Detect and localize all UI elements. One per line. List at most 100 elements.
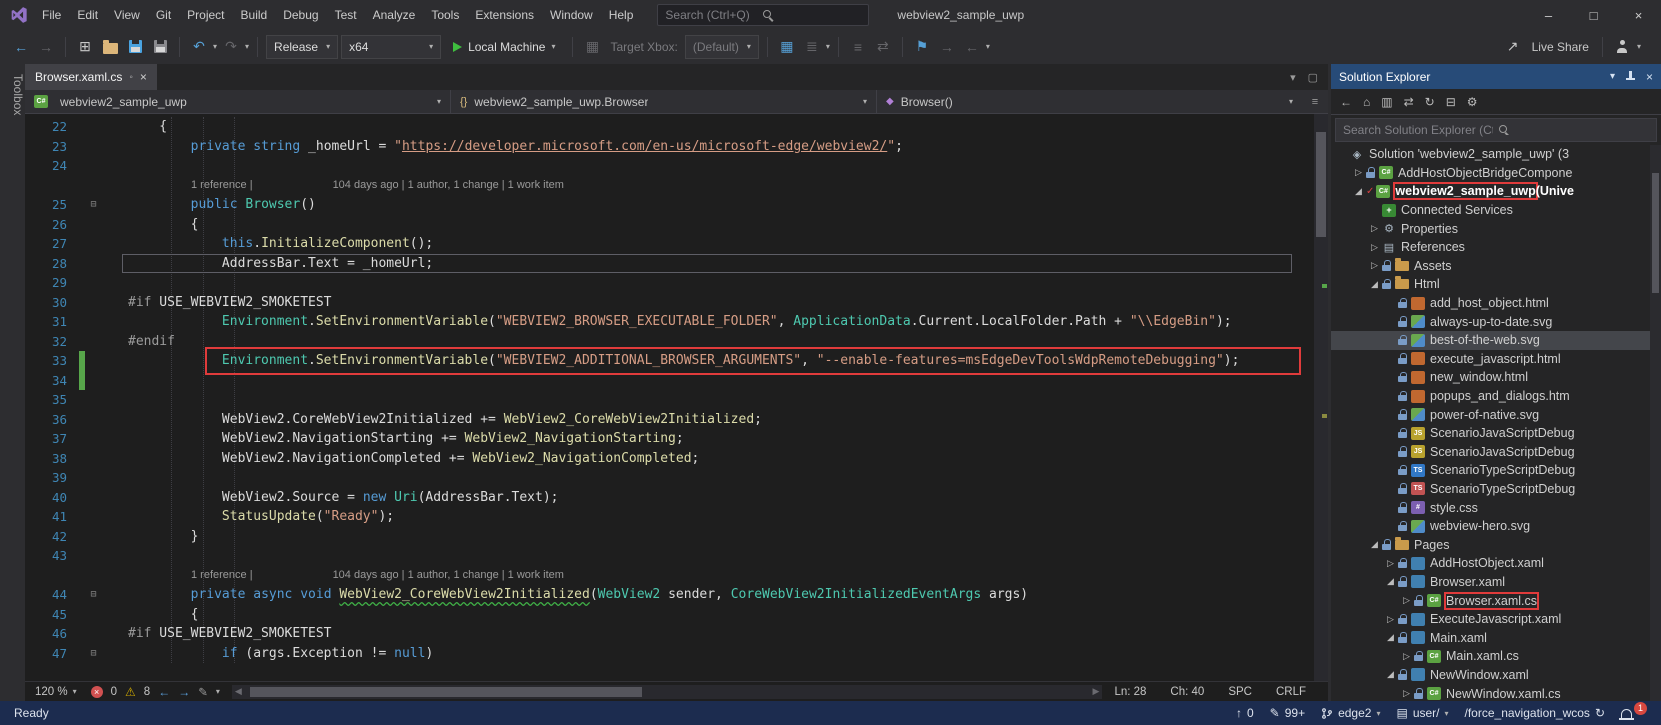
line-number[interactable]: 29 — [25, 273, 79, 293]
tree-item-main-xaml[interactable]: ◢ Main.xaml — [1331, 628, 1661, 647]
tree-item-newwindow-xaml[interactable]: ◢ NewWindow.xaml — [1331, 666, 1661, 685]
scroll-left-icon[interactable]: ◀ — [235, 686, 242, 697]
se-home-icon[interactable]: ⌂ — [1363, 95, 1370, 109]
navigate-back-button[interactable]: ← — [10, 35, 32, 59]
tree-item-new-window-html[interactable]: new_window.html — [1331, 368, 1661, 387]
tree-item-power-of-native-svg[interactable]: power-of-native.svg — [1331, 405, 1661, 424]
expander-collapsed-icon[interactable]: ▷ — [1367, 223, 1382, 234]
maximize-button[interactable]: □ — [1571, 0, 1616, 30]
tree-item-browser-xaml[interactable]: ◢ Browser.xaml — [1331, 573, 1661, 592]
codelens-row[interactable]: 1 reference | 104 days ago | 1 author, 1 … — [25, 176, 1314, 196]
navigate-forward-icon[interactable]: → — [178, 685, 190, 699]
se-properties-icon[interactable]: ⚙ — [1467, 95, 1478, 109]
breadcrumb-class[interactable]: {} webview2_sample_uwp.Browser ▾ — [451, 90, 877, 113]
line-number[interactable]: 30 — [25, 293, 79, 313]
tab-close-icon[interactable]: × — [140, 70, 147, 84]
menu-analyze[interactable]: Analyze — [365, 0, 424, 30]
tree-item-browser-xaml-cs[interactable]: ▷ C# Browser.xaml.cs — [1331, 591, 1661, 610]
code-line-27[interactable]: 27 this.InitializeComponent(); — [25, 234, 1314, 254]
tree-item-properties[interactable]: ▷ ⚙ Properties — [1331, 219, 1661, 238]
tree-item-solution-webview2-sample-uwp-3[interactable]: ◈ Solution 'webview2_sample_uwp' (3 — [1331, 145, 1661, 164]
navbar-more-icon[interactable]: ≡ — [1302, 90, 1328, 113]
tree-item-pages[interactable]: ◢ Pages — [1331, 535, 1661, 554]
line-number[interactable]: 43 — [25, 546, 79, 566]
chevron-down-icon[interactable]: ▾ — [1637, 42, 1641, 51]
menu-git[interactable]: Git — [148, 0, 179, 30]
code-line-31[interactable]: 31 Environment.SetEnvironmentVariable("W… — [25, 312, 1314, 332]
tree-item-main-xaml-cs[interactable]: ▷ C# Main.xaml.cs — [1331, 647, 1661, 666]
bookmark-prev-button[interactable]: ← — [961, 35, 983, 59]
align-button[interactable]: ≡ — [847, 35, 869, 59]
tree-item-addhostobject-xaml[interactable]: ▷ AddHostObject.xaml — [1331, 554, 1661, 573]
caret-line-indicator[interactable]: Ln: 28 — [1114, 686, 1146, 698]
codelens-history[interactable]: 104 days ago | 1 author, 1 change | 1 wo… — [333, 179, 564, 191]
document-list-icon[interactable]: ▾ — [1290, 71, 1296, 84]
codelens-row[interactable]: 1 reference | 104 days ago | 1 author, 1 … — [25, 566, 1314, 586]
code-line-34[interactable]: 34 — [25, 370, 1314, 390]
breadcrumb-method[interactable]: ◆ Browser() ▾ — [877, 90, 1302, 113]
line-number[interactable]: 25 — [25, 195, 79, 215]
expander-expanded-icon[interactable]: ◢ — [1351, 186, 1366, 197]
se-vertical-scrollbar[interactable] — [1650, 145, 1661, 701]
code-line-40[interactable]: 40 WebView2.Source = new Uri(AddressBar.… — [25, 488, 1314, 508]
expander-collapsed-icon[interactable]: ▷ — [1367, 242, 1382, 253]
se-switch-views-icon[interactable]: ▥ — [1381, 95, 1392, 109]
codelens-references[interactable]: 1 reference | — [191, 569, 253, 581]
tree-item-best-of-the-web-svg[interactable]: best-of-the-web.svg — [1331, 330, 1661, 350]
line-number[interactable]: 31 — [25, 312, 79, 332]
error-count[interactable]: 0 — [111, 686, 117, 698]
tree-item-scenariojavascriptdebug[interactable]: JS ScenarioJavaScriptDebug — [1331, 443, 1661, 462]
code-line-37[interactable]: 37 WebView2.NavigationStarting += WebVie… — [25, 429, 1314, 449]
line-number[interactable]: 24 — [25, 156, 79, 176]
attach-monitor-button[interactable]: ▦ — [776, 35, 798, 59]
snapshot-button[interactable]: ≣ — [801, 35, 823, 59]
account-avatar[interactable] — [1616, 40, 1629, 53]
codelens-history[interactable]: 104 days ago | 1 author, 1 change | 1 wo… — [333, 569, 564, 581]
tree-item-html[interactable]: ◢ Html — [1331, 275, 1661, 294]
menu-edit[interactable]: Edit — [69, 0, 106, 30]
line-number[interactable]: 27 — [25, 234, 79, 254]
expander-collapsed-icon[interactable]: ▷ — [1399, 651, 1414, 662]
minimize-button[interactable]: – — [1526, 0, 1571, 30]
horizontal-scrollbar-thumb[interactable] — [249, 686, 642, 697]
branch-picker[interactable]: edge2 ▾ — [1321, 706, 1380, 720]
vertical-scrollbar-thumb[interactable] — [1316, 132, 1326, 237]
chevron-down-icon[interactable]: ▾ — [986, 42, 990, 51]
line-number[interactable]: 33 — [25, 351, 79, 371]
save-button[interactable] — [124, 35, 146, 59]
code-line-29[interactable]: 29 — [25, 273, 1314, 293]
code-line-36[interactable]: 36 WebView2.CoreWebView2Initialized += W… — [25, 410, 1314, 430]
caret-column-indicator[interactable]: Ch: 40 — [1170, 686, 1204, 698]
line-number[interactable]: 36 — [25, 410, 79, 430]
undo-caret-icon[interactable]: ▾ — [213, 42, 217, 51]
code-line-47[interactable]: 47 ⊟ if (args.Exception != null) — [25, 644, 1314, 664]
code-line-46[interactable]: 46 #if USE_WEBVIEW2_SMOKETEST — [25, 624, 1314, 644]
tree-item-connected-services[interactable]: + Connected Services — [1331, 201, 1661, 220]
menu-project[interactable]: Project — [179, 0, 232, 30]
pin-icon[interactable] — [1625, 71, 1635, 82]
new-project-button[interactable]: ⊞ — [74, 35, 96, 59]
code-line-32[interactable]: 32 #endif — [25, 332, 1314, 352]
code-line-24[interactable]: 24 — [25, 156, 1314, 176]
se-back-icon[interactable]: ← — [1340, 95, 1352, 109]
breadcrumb-project[interactable]: C# webview2_sample_uwp ▾ — [25, 90, 451, 113]
platform-select[interactable]: x64 ▾ — [341, 34, 442, 59]
start-debugging-button[interactable]: Local Machine ▾ — [444, 35, 564, 59]
tree-item-style-css[interactable]: # style.css — [1331, 498, 1661, 517]
menu-test[interactable]: Test — [327, 0, 365, 30]
redo-caret-icon[interactable]: ▾ — [245, 42, 249, 51]
configuration-select[interactable]: Release ▾ — [266, 34, 339, 59]
code-line-26[interactable]: 26 { — [25, 215, 1314, 235]
se-collapse-all-icon[interactable]: ⊟ — [1446, 95, 1456, 109]
tree-item-popups-and-dialogs-htm[interactable]: popups_and_dialogs.htm — [1331, 387, 1661, 406]
float-window-icon[interactable]: ▢ — [1308, 71, 1318, 84]
expander-expanded-icon[interactable]: ◢ — [1383, 632, 1398, 643]
line-number[interactable]: 46 — [25, 624, 79, 644]
line-number[interactable]: 26 — [25, 215, 79, 235]
code-line-42[interactable]: 42 } — [25, 527, 1314, 547]
code-line-43[interactable]: 43 — [25, 546, 1314, 566]
codelens-references[interactable]: 1 reference | — [191, 179, 253, 191]
code-line-45[interactable]: 45 { — [25, 605, 1314, 625]
line-number[interactable]: 22 — [25, 117, 79, 137]
scroll-right-icon[interactable]: ▶ — [1093, 686, 1100, 697]
